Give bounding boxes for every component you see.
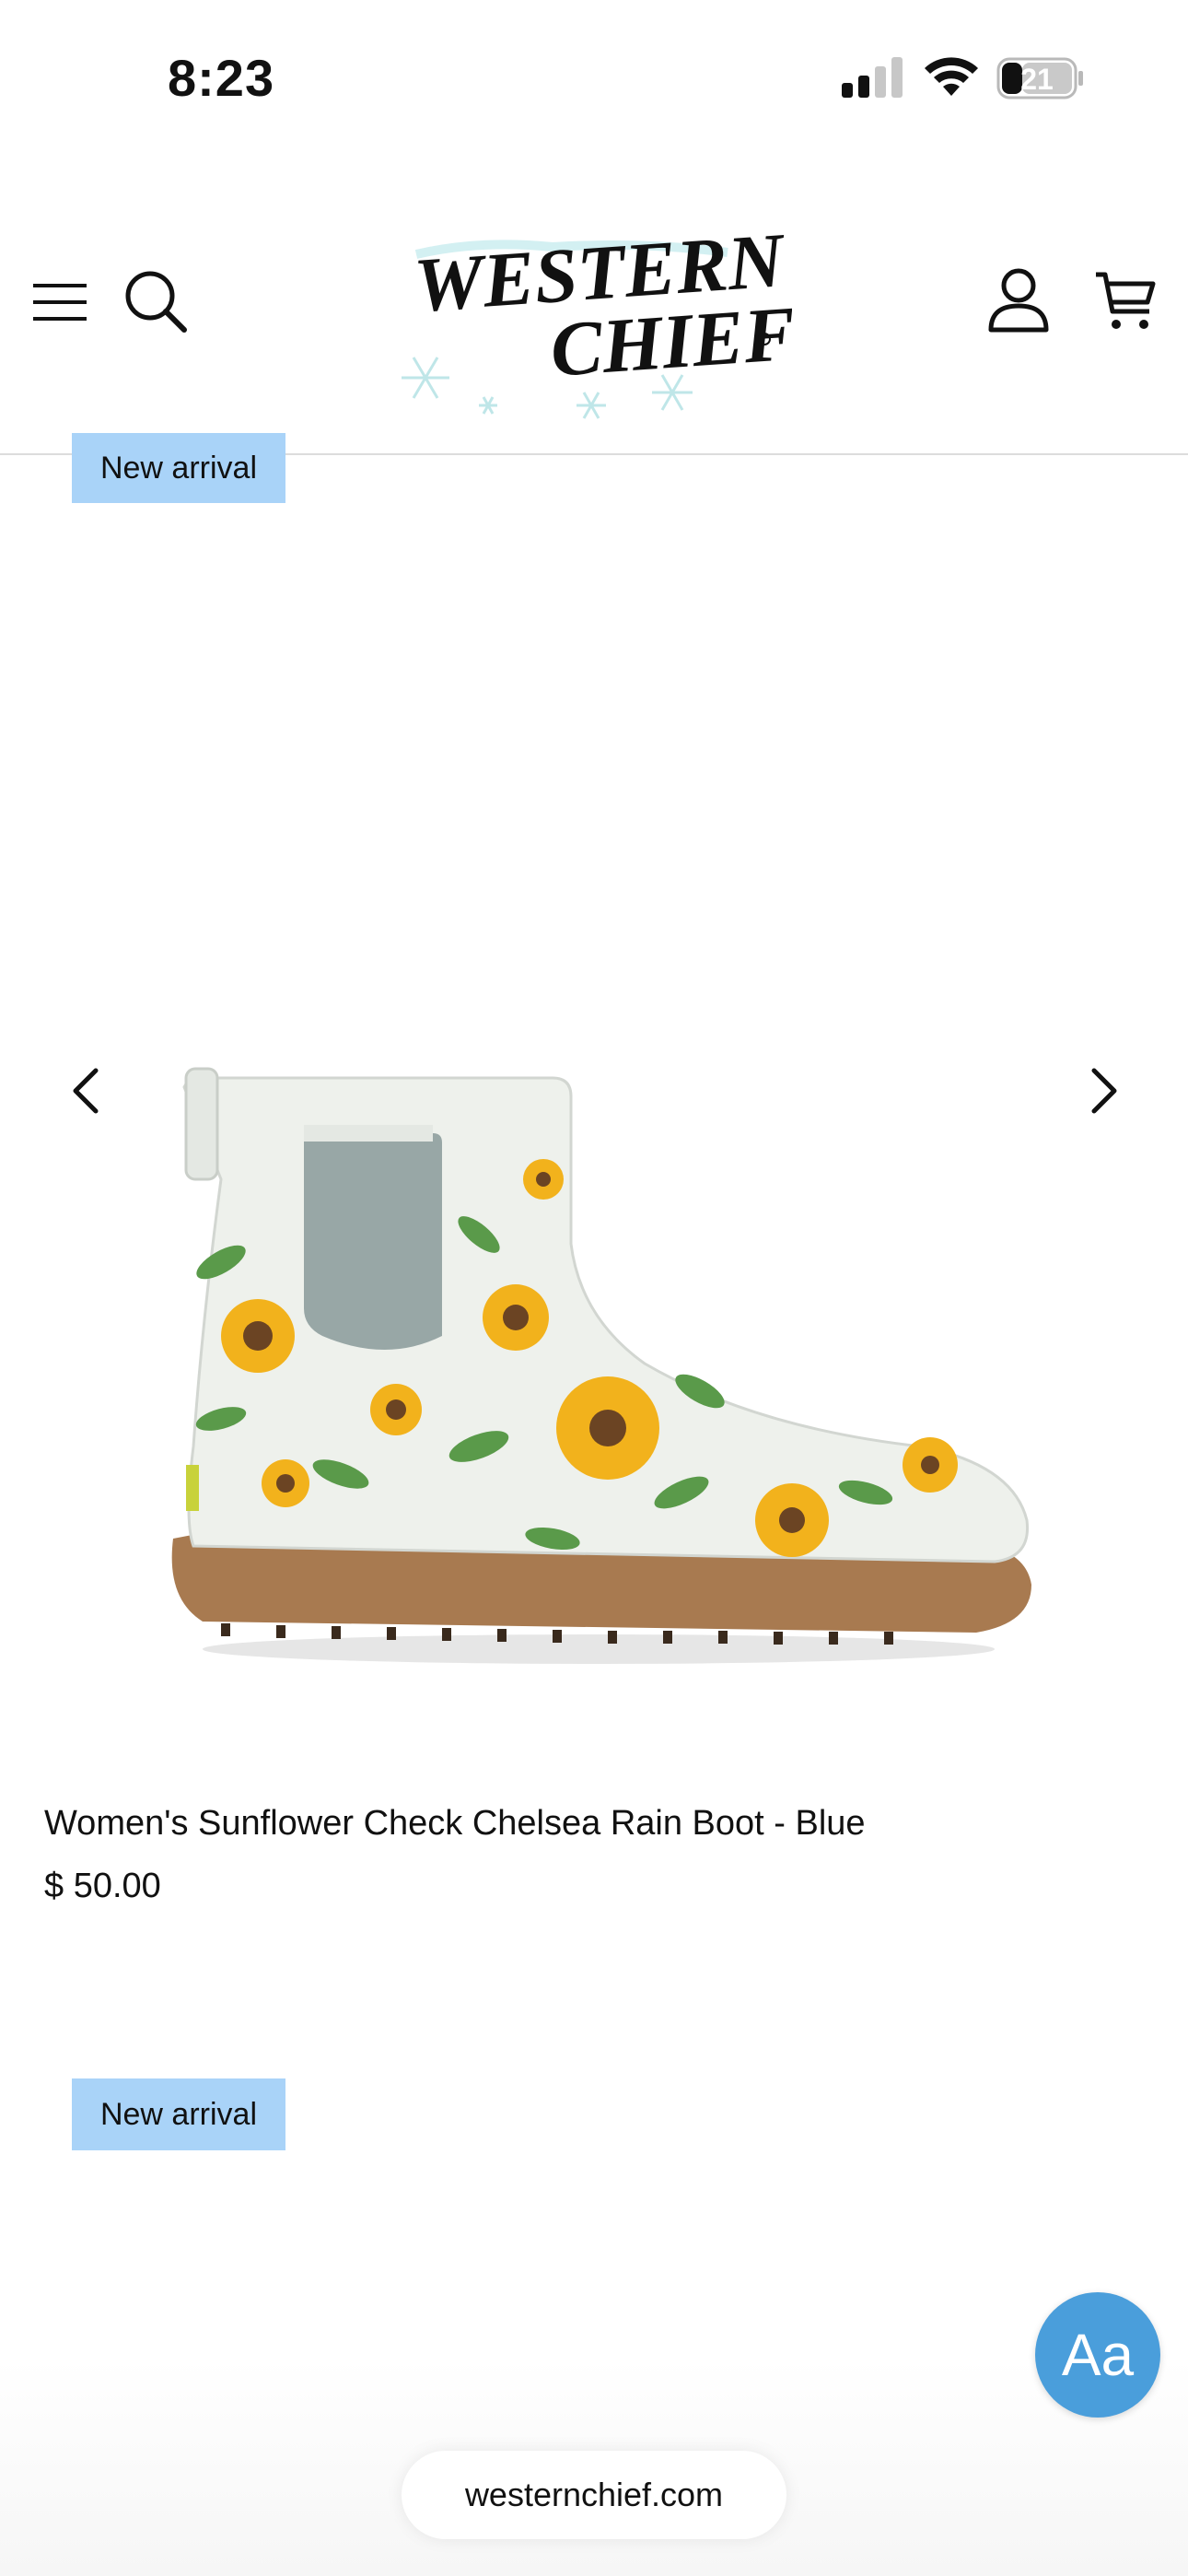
new-arrival-badge: New arrival [72, 2078, 285, 2150]
status-bar: 8:23 21 [0, 0, 1188, 157]
browser-url-bar[interactable]: westernchief.com [402, 2451, 786, 2539]
search-icon[interactable] [122, 267, 190, 335]
account-icon[interactable] [985, 265, 1052, 334]
site-header: WESTERN CHIEF [0, 157, 1188, 455]
product-price: $ 50.00 [44, 1867, 161, 1905]
status-time: 8:23 [168, 49, 275, 107]
brand-logo[interactable]: WESTERN CHIEF [368, 221, 792, 433]
battery-level: 21 [1020, 63, 1054, 96]
new-arrival-badge: New arrival [72, 433, 285, 503]
cart-icon[interactable] [1092, 267, 1159, 334]
signal-icon [842, 57, 903, 98]
product-title[interactable]: Women's Sunflower Check Chelsea Rain Boo… [44, 1804, 866, 1844]
wifi-icon [925, 57, 978, 96]
chevron-right-icon[interactable] [1079, 1063, 1125, 1118]
accessibility-text-size-button[interactable]: Aa [1035, 2292, 1160, 2418]
battery-icon: 21 [996, 57, 1083, 100]
menu-icon[interactable] [29, 276, 90, 328]
chevron-left-icon[interactable] [64, 1063, 111, 1118]
product-image-rain-boot[interactable] [166, 1060, 1050, 1668]
logo-text-chief: CHIEF [548, 291, 792, 393]
